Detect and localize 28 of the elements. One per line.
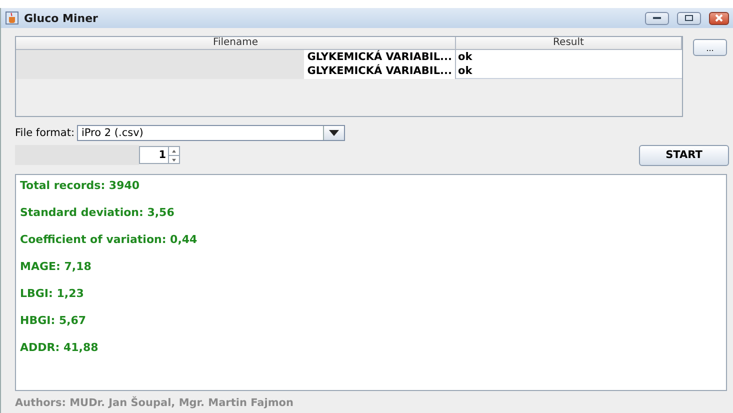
browse-button[interactable]: ... — [693, 39, 727, 56]
field-label: File format: — [15, 127, 74, 139]
result-line: Standard deviation: 3,56 — [20, 205, 176, 220]
result-line: Total records: 3940 — [20, 178, 141, 193]
close-button[interactable] — [709, 12, 729, 24]
table-cell: GLYKEMICKÁ VARIABIL... — [304, 64, 456, 79]
cup-icon — [5, 11, 19, 25]
authors-text: Authors: MUDr. Jan Šoupal, Mgr. Martin Fajmon — [15, 397, 294, 409]
close-icon — [714, 14, 724, 22]
table-cell: ok — [456, 64, 682, 79]
caret-icon — [329, 130, 340, 136]
minimize-icon — [652, 16, 662, 20]
result-line: HBGI: 5,67 — [20, 313, 88, 328]
number-spinner[interactable]: 1 — [139, 146, 180, 164]
start-button[interactable]: START — [639, 144, 729, 166]
result-line: MAGE: 7,18 — [20, 259, 92, 274]
result-line: ADDR: 41,88 — [20, 340, 100, 355]
table-cell: GLYKEMICKÁ VARIABIL... — [304, 50, 456, 65]
minimize-button[interactable] — [645, 12, 669, 24]
column-header[interactable]: Result — [456, 37, 682, 50]
maximize-icon — [684, 14, 694, 22]
table-cell: ok — [456, 50, 682, 65]
result-line: LBGI: 1,23 — [20, 286, 85, 301]
result-line: Coefficient of variation: 0,44 — [20, 232, 198, 247]
format-dropdown[interactable]: iPro 2 (.csv) — [77, 125, 346, 141]
column-header[interactable]: Filename — [16, 37, 456, 50]
window-title: Gluco Miner — [24, 12, 99, 24]
maximize-button[interactable] — [677, 12, 701, 24]
